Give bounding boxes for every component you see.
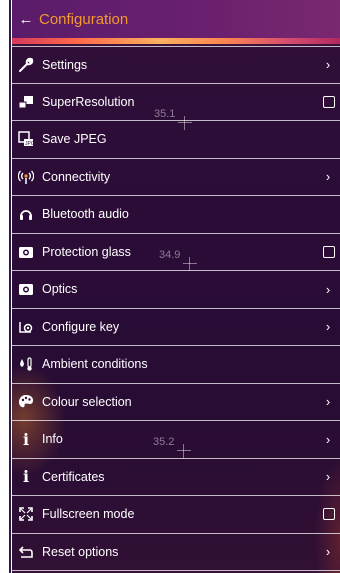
chevron-right-icon: › — [325, 169, 331, 185]
menu-item-label: Configure key — [42, 319, 120, 334]
menu-item-connectivity[interactable]: Connectivity › — [12, 158, 340, 196]
chevron-right-icon: › — [325, 544, 331, 560]
menu-item-label: Connectivity — [42, 169, 111, 184]
menu-item-label: Reset options — [42, 544, 119, 559]
crosshair-icon — [183, 257, 197, 271]
reset-icon — [18, 544, 34, 560]
menu-item-label: Fullscreen mode — [42, 507, 135, 522]
headphones-icon — [18, 206, 34, 222]
page-title: Configuration — [39, 10, 129, 28]
menu-item-ambient-conditions[interactable]: Ambient conditions — [12, 346, 340, 384]
menu-item-label: Save JPEG — [42, 132, 107, 147]
jpeg-icon: JPG — [18, 131, 34, 147]
menu-item-bluetooth-audio[interactable]: Bluetooth audio — [12, 196, 340, 234]
menu-item-configure-key[interactable]: Configure key › — [12, 308, 340, 346]
menu-item-superresolution[interactable]: SuperResolution — [12, 83, 340, 121]
menu-item-settings[interactable]: Settings › — [12, 46, 340, 84]
menu-item-label: Colour selection — [42, 394, 132, 409]
menu-item-info[interactable]: i Info › — [12, 421, 340, 459]
wireless-icon — [18, 169, 34, 185]
chevron-right-icon: › — [325, 431, 331, 447]
protection-glass-checkbox[interactable] — [323, 245, 335, 258]
superresolution-checkbox[interactable] — [323, 95, 335, 108]
info-icon: i — [22, 467, 30, 487]
menu-item-fullscreen-mode[interactable]: Fullscreen mode — [12, 496, 340, 534]
config-menu: Settings › SuperResolution JPG Save JPEG… — [12, 46, 340, 571]
temperature-reading: 34.9 — [159, 249, 181, 261]
menu-item-label: Optics — [42, 282, 78, 297]
menu-item-certificates[interactable]: i Certificates › — [12, 458, 340, 496]
wrench-icon — [18, 57, 34, 73]
chevron-right-icon: › — [325, 281, 331, 297]
palette-icon — [18, 394, 34, 410]
menu-item-save-jpeg[interactable]: JPG Save JPEG — [12, 121, 340, 159]
chevron-right-icon: › — [325, 394, 331, 410]
humidity-temperature-icon — [18, 356, 34, 372]
chevron-right-icon: › — [325, 469, 331, 485]
key-config-icon — [18, 319, 34, 335]
device-frame — [0, 0, 12, 573]
superresolution-icon — [18, 94, 34, 110]
temperature-reading: 35.2 — [153, 436, 175, 448]
svg-text:JPG: JPG — [25, 141, 34, 147]
temperature-reading: 35.1 — [154, 108, 176, 120]
crosshair-icon — [177, 444, 191, 458]
crosshair-icon — [178, 116, 192, 130]
menu-item-label: Certificates — [42, 469, 105, 484]
camera-icon — [18, 244, 34, 260]
info-icon: i — [22, 429, 30, 449]
camera-icon — [18, 281, 34, 297]
menu-item-label: Bluetooth audio — [42, 207, 129, 222]
chevron-right-icon: › — [325, 319, 331, 335]
camera-screen: ← Configuration Settings › SuperResoluti… — [12, 0, 340, 573]
menu-item-reset-options[interactable]: Reset options › — [12, 533, 340, 571]
chevron-right-icon: › — [325, 57, 331, 73]
fullscreen-icon — [18, 506, 34, 522]
menu-item-label: Ambient conditions — [42, 357, 148, 372]
fullscreen-checkbox[interactable] — [323, 508, 335, 521]
menu-item-colour-selection[interactable]: Colour selection › — [12, 383, 340, 421]
arrow-left-icon[interactable]: ← — [15, 11, 37, 28]
menu-item-label: Settings — [42, 57, 88, 72]
config-header: ← Configuration — [12, 0, 340, 38]
menu-item-optics[interactable]: Optics › — [12, 271, 340, 309]
menu-item-label: SuperResolution — [42, 94, 135, 109]
